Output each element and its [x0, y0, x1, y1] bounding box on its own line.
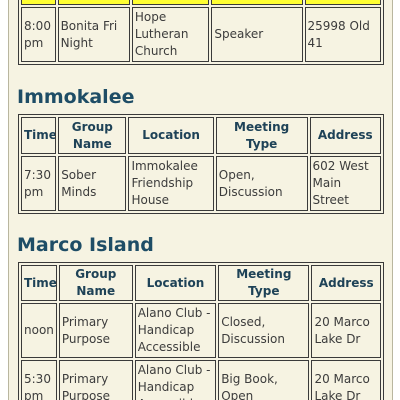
column-header-location	[131, 0, 210, 5]
column-header-group-name: Group Name	[58, 265, 133, 301]
content-area: 8:00 pm Bonita Fri Night Hope Lutheran C…	[8, 0, 393, 400]
column-header-group-name	[57, 0, 130, 5]
meeting-location: Alano Club - Handicap Accessible	[134, 303, 217, 358]
meeting-group-name: Bonita Fri Night	[57, 7, 130, 62]
meeting-type: Big Book, Open	[218, 360, 310, 400]
page: 8:00 pm Bonita Fri Night Hope Lutheran C…	[0, 0, 400, 400]
column-header-address	[304, 0, 381, 5]
column-header-location: Location	[128, 117, 214, 154]
meeting-type: Open, Discussion	[215, 156, 308, 211]
column-header-meeting-type: Meeting Type	[218, 265, 310, 301]
meeting-address: 602 West Main Street	[309, 156, 381, 211]
meeting-address: 25998 Old 41	[304, 7, 381, 62]
column-header-time	[21, 0, 56, 5]
section-heading-immokalee: Immokalee	[17, 86, 135, 108]
meeting-type: Closed, Discussion	[218, 303, 310, 358]
table-header-row: Time Group Name Location Meeting Type Ad…	[21, 265, 381, 301]
column-header-location: Location	[134, 265, 217, 301]
section-heading-marco-island: Marco Island	[17, 234, 154, 256]
meetings-table-marco-island: Time Group Name Location Meeting Type Ad…	[18, 262, 384, 400]
column-header-address: Address	[311, 265, 381, 301]
meeting-location: Immokalee Friendship House	[128, 156, 214, 211]
table-row: 7:30 pm Sober Minds Immokalee Friendship…	[21, 156, 381, 211]
meeting-address: 20 Marco Lake Dr	[311, 360, 381, 400]
meetings-table-immokalee: Time Group Name Location Meeting Type Ad…	[18, 114, 384, 214]
table-row: 8:00 pm Bonita Fri Night Hope Lutheran C…	[21, 7, 381, 62]
column-header-meeting-type	[211, 0, 303, 5]
table-header-row	[21, 0, 381, 5]
meeting-time: 5:30 pm	[21, 360, 57, 400]
meeting-time: 8:00 pm	[21, 7, 56, 62]
column-header-meeting-type: Meeting Type	[215, 117, 308, 154]
meeting-location: Hope Lutheran Church	[131, 7, 210, 62]
meeting-address: 20 Marco Lake Dr	[311, 303, 381, 358]
column-header-time: Time	[21, 117, 57, 154]
meeting-time: noon	[21, 303, 57, 358]
table-row: 5:30 pm Primary Purpose Alano Club - Han…	[21, 360, 381, 400]
table-header-row: Time Group Name Location Meeting Type Ad…	[21, 117, 381, 154]
meeting-group-name: Sober Minds	[58, 156, 127, 211]
meeting-group-name: Primary Purpose	[58, 360, 133, 400]
column-header-group-name: Group Name	[58, 117, 127, 154]
meeting-time: 7:30 pm	[21, 156, 57, 211]
meetings-table-bonita: 8:00 pm Bonita Fri Night Hope Lutheran C…	[18, 0, 384, 65]
column-header-address: Address	[309, 117, 381, 154]
column-header-time: Time	[21, 265, 57, 301]
table-row: noon Primary Purpose Alano Club - Handic…	[21, 303, 381, 358]
meeting-location: Alano Club - Handicap Accessible	[134, 360, 217, 400]
meeting-type: Speaker	[211, 7, 303, 62]
meeting-group-name: Primary Purpose	[58, 303, 133, 358]
